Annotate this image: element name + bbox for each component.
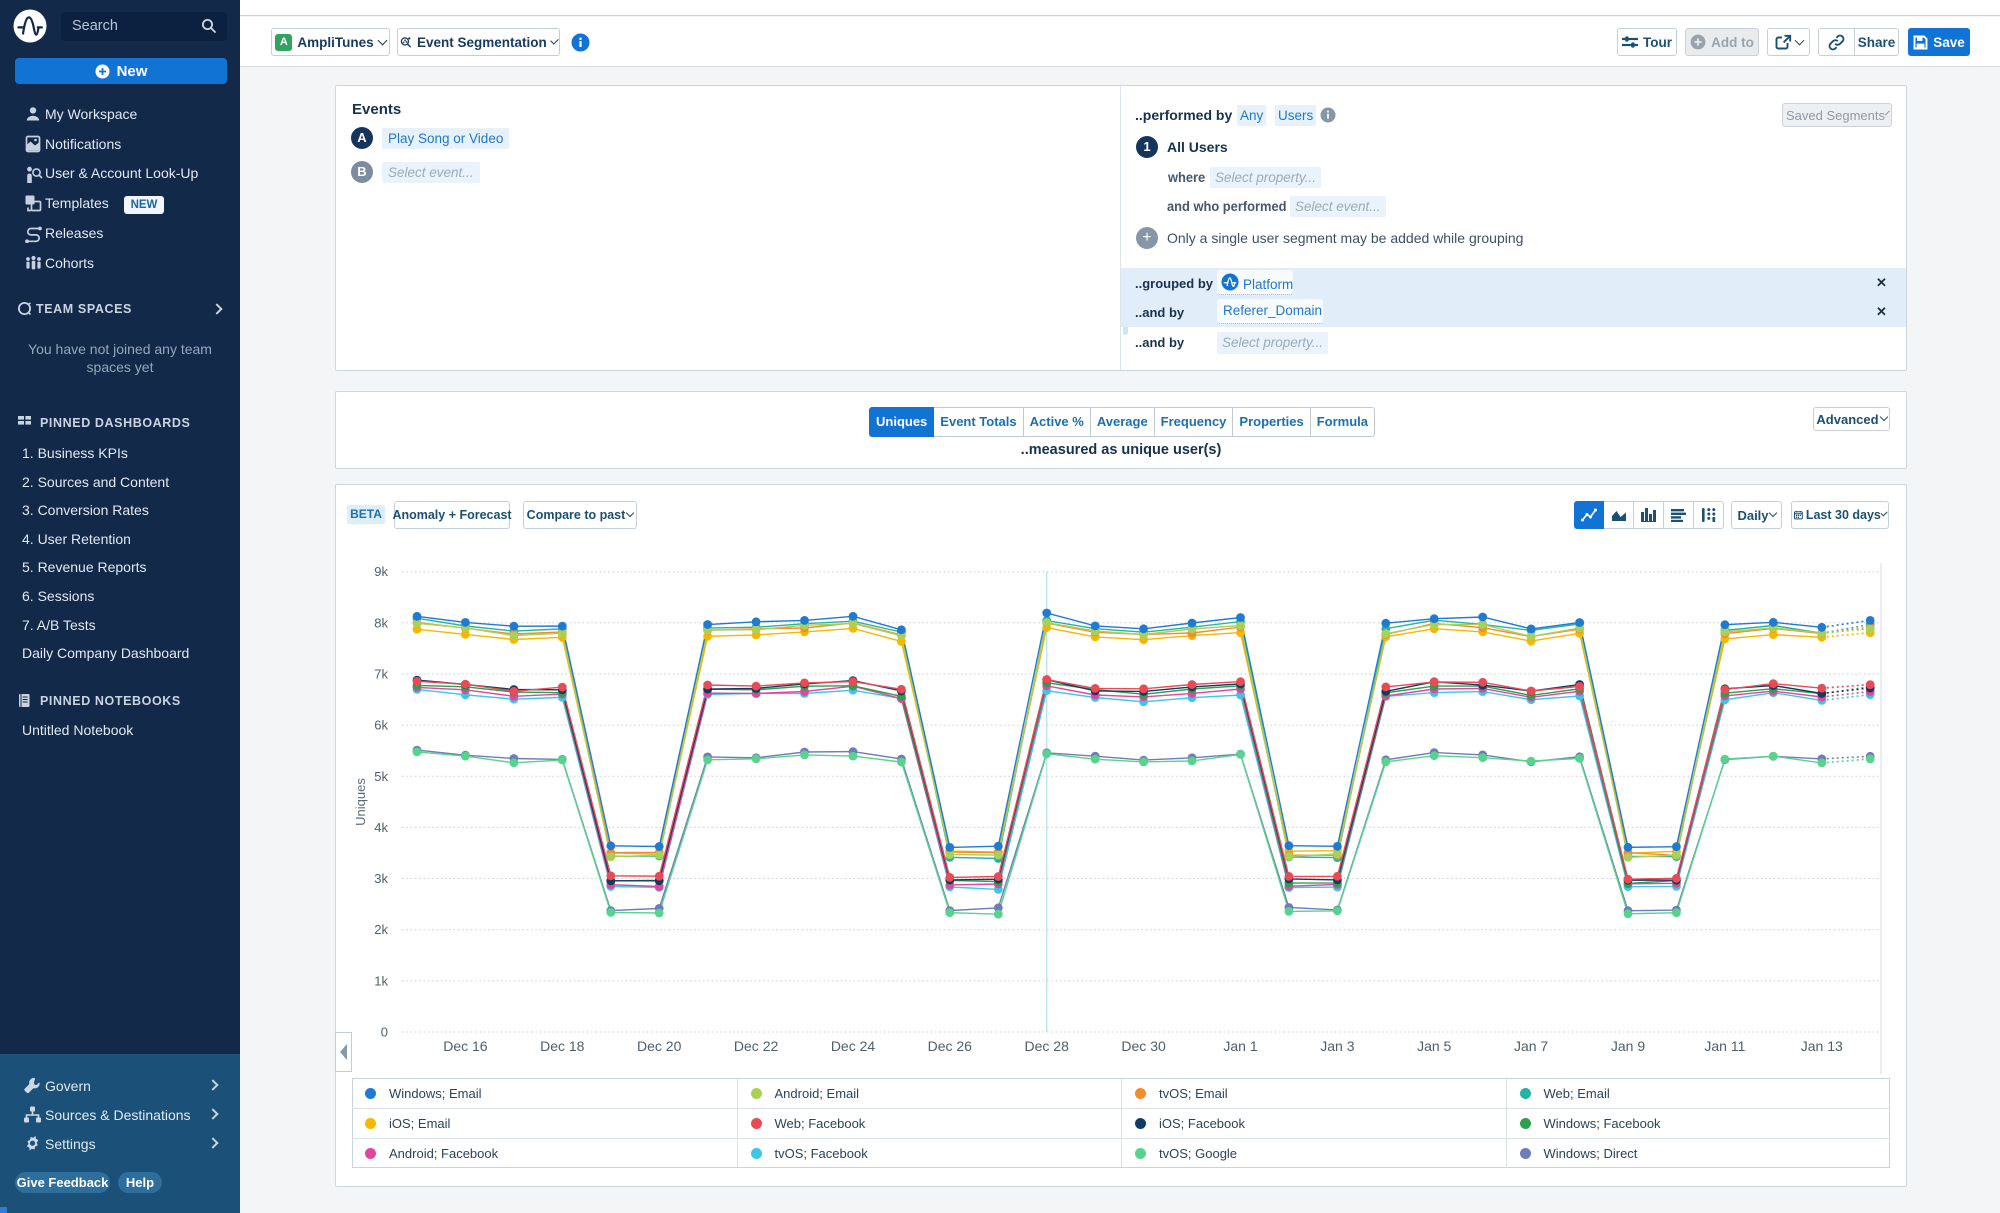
svg-text:Uniques: Uniques [353, 778, 368, 826]
svg-text:5k: 5k [374, 769, 388, 784]
svg-text:Dec 16: Dec 16 [443, 1038, 488, 1054]
svg-text:Dec 18: Dec 18 [540, 1038, 585, 1054]
svg-text:Dec 20: Dec 20 [637, 1038, 682, 1054]
svg-text:Dec 22: Dec 22 [734, 1038, 779, 1054]
svg-text:Dec 30: Dec 30 [1121, 1038, 1166, 1054]
svg-text:Dec 24: Dec 24 [831, 1038, 876, 1054]
svg-text:Jan 9: Jan 9 [1611, 1038, 1645, 1054]
svg-text:Dec 26: Dec 26 [928, 1038, 973, 1054]
svg-text:6k: 6k [374, 718, 388, 733]
svg-text:7k: 7k [374, 667, 388, 682]
svg-text:1k: 1k [374, 973, 388, 988]
svg-text:Jan 13: Jan 13 [1801, 1038, 1843, 1054]
svg-text:Jan 11: Jan 11 [1704, 1038, 1745, 1054]
svg-text:2k: 2k [374, 922, 388, 937]
svg-text:3k: 3k [374, 871, 388, 886]
svg-text:4k: 4k [374, 820, 388, 835]
svg-text:Dec 28: Dec 28 [1025, 1038, 1070, 1054]
svg-text:0: 0 [381, 1025, 388, 1040]
svg-text:Jan 7: Jan 7 [1514, 1038, 1548, 1054]
svg-text:Jan 5: Jan 5 [1417, 1038, 1451, 1054]
svg-text:Jan 3: Jan 3 [1320, 1038, 1354, 1054]
svg-text:Jan 1: Jan 1 [1223, 1038, 1257, 1054]
svg-text:9k: 9k [374, 564, 388, 579]
svg-text:8k: 8k [374, 615, 388, 630]
